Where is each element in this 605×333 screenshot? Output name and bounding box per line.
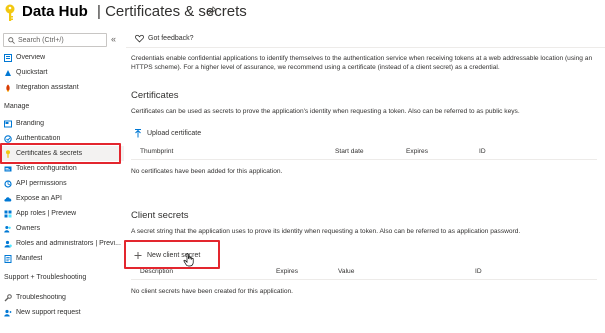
sidebar-search-input[interactable]: Search (Ctrl+/)	[3, 33, 107, 47]
token-icon	[4, 165, 12, 173]
certificates-empty-message: No certificates have been added for this…	[131, 168, 283, 175]
certificates-description: Certificates can be used as secrets to p…	[131, 108, 520, 115]
client-secrets-empty-message: No client secrets have been created for …	[131, 288, 294, 295]
search-icon	[8, 36, 15, 44]
sidebar-item-label: Overview	[16, 54, 46, 61]
roles-icon	[4, 240, 12, 248]
sidebar-item-overview[interactable]: Overview	[0, 50, 124, 65]
sidebar: Search (Ctrl+/) « Overview Quickstart In…	[0, 28, 124, 333]
table-divider	[131, 279, 597, 280]
sidebar-item-api-permissions[interactable]: API permissions	[0, 176, 124, 191]
sidebar-item-label: API permissions	[16, 180, 67, 187]
sidebar-item-label: Expose an API	[16, 195, 62, 202]
upload-certificate-label: Upload certificate	[147, 130, 202, 137]
sidebar-item-new-support-request[interactable]: New support request	[0, 305, 124, 320]
search-placeholder: Search (Ctrl+/)	[18, 36, 64, 44]
sidebar-item-manifest[interactable]: Manifest	[0, 251, 124, 266]
support-heading: Support + Troubleshooting	[4, 274, 87, 281]
sidebar-item-owners[interactable]: Owners	[0, 221, 124, 236]
title-bar: Data Hub | Certificates & secrets	[0, 0, 605, 26]
certificates-highlight-box	[0, 143, 121, 164]
quickstart-icon	[4, 69, 12, 77]
app-roles-icon	[4, 210, 12, 218]
column-header-start-date: Start date	[335, 148, 364, 155]
heart-icon	[135, 34, 144, 43]
cloud-icon	[4, 195, 12, 203]
feedback-button[interactable]: Got feedback?	[135, 34, 194, 43]
client-secrets-description: A secret string that the application use…	[131, 228, 521, 235]
column-header-expires: Expires	[276, 268, 298, 275]
sidebar-item-label: Authentication	[16, 135, 61, 142]
column-header-expires: Expires	[406, 148, 428, 155]
branding-icon	[4, 120, 12, 128]
collapse-sidebar-icon[interactable]: «	[111, 34, 116, 44]
hand-cursor-icon	[183, 253, 194, 267]
sidebar-item-label: Branding	[16, 120, 45, 127]
sidebar-item-app-roles[interactable]: App roles | Preview	[0, 206, 124, 221]
authentication-icon	[4, 134, 12, 143]
permissions-icon	[4, 179, 12, 188]
certificates-title: Certificates	[131, 90, 179, 101]
client-secrets-title: Client secrets	[131, 210, 189, 221]
upload-icon	[135, 129, 141, 138]
sidebar-item-label: Manifest	[16, 255, 43, 262]
main-content: Got feedback? Credentials enable confide…	[126, 26, 605, 333]
sidebar-item-label: App roles | Preview	[16, 210, 77, 217]
sidebar-item-label: Quickstart	[16, 69, 48, 76]
sidebar-item-label: Troubleshooting	[16, 294, 66, 301]
feedback-label: Got feedback?	[148, 35, 194, 42]
upload-certificate-button[interactable]: Upload certificate	[134, 129, 201, 138]
app-title: Data Hub	[22, 3, 88, 20]
column-header-value: Value	[338, 268, 355, 275]
manage-heading: Manage	[4, 103, 30, 110]
column-header-id: ID	[479, 148, 486, 155]
rocket-icon	[4, 84, 12, 92]
support-icon	[4, 309, 12, 317]
sidebar-item-label: Roles and administrators | Previ...	[16, 240, 121, 247]
divider	[126, 47, 605, 48]
owners-icon	[4, 225, 12, 233]
pin-icon[interactable]	[207, 6, 217, 16]
key-logo-icon	[5, 4, 15, 21]
sidebar-item-label: Integration assistant	[16, 84, 79, 91]
sidebar-item-troubleshooting[interactable]: Troubleshooting	[0, 290, 124, 305]
column-header-description: Description	[140, 268, 173, 275]
sidebar-item-roles-administrators[interactable]: Roles and administrators | Previ...	[0, 236, 124, 251]
sidebar-item-expose-an-api[interactable]: Expose an API	[0, 191, 124, 206]
new-client-secret-highlight-box	[124, 240, 220, 269]
wrench-icon	[4, 293, 12, 302]
sidebar-item-label: New support request	[16, 309, 81, 316]
sidebar-item-integration-assistant[interactable]: Integration assistant	[0, 80, 124, 95]
page-title: | Certificates & secrets	[97, 3, 247, 20]
sidebar-item-quickstart[interactable]: Quickstart	[0, 65, 124, 80]
overview-icon	[4, 53, 12, 62]
sidebar-item-label: Owners	[16, 225, 41, 232]
table-divider	[131, 159, 597, 160]
column-header-id: ID	[475, 268, 482, 275]
sidebar-item-branding[interactable]: Branding	[0, 116, 124, 131]
intro-text: Credentials enable confidential applicat…	[131, 55, 593, 71]
sidebar-item-label: Token configuration	[16, 165, 77, 172]
column-header-thumbprint: Thumbprint	[140, 148, 174, 155]
manifest-icon	[4, 254, 12, 263]
